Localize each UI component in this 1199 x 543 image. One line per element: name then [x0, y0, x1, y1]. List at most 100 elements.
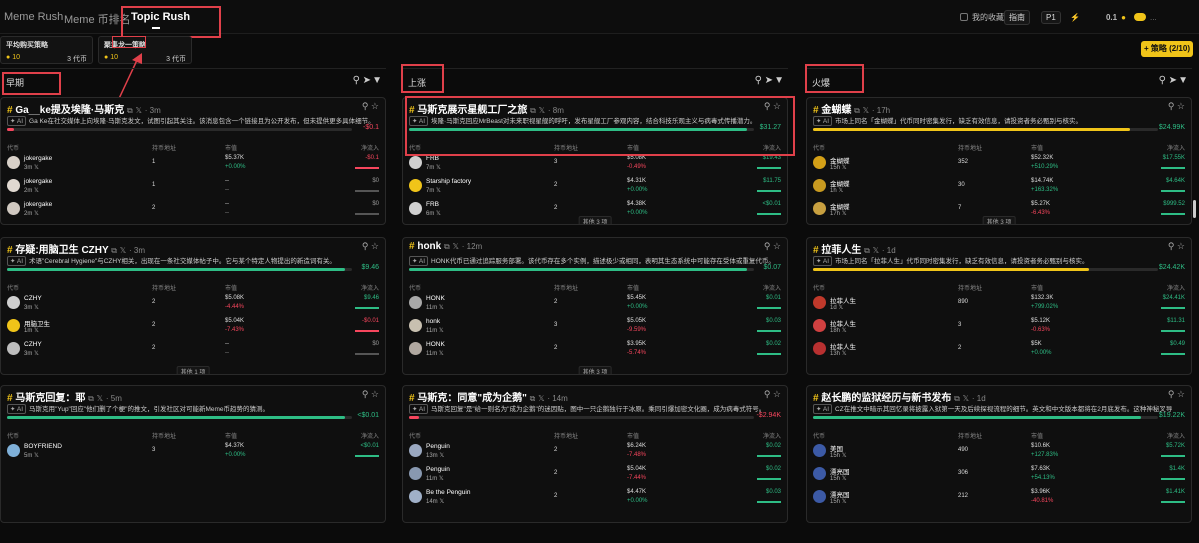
quick-buy-amount[interactable]: ⚡ 0.1 ●: [1070, 10, 1126, 24]
search-icon[interactable]: ⚲: [1159, 75, 1166, 86]
x-icon[interactable]: 𝕏: [34, 188, 39, 194]
topic-card[interactable]: # 马斯克展示星舰工厂之旅 ⧉ 𝕏 · 8m ⚲ ☆ ✦ AI 埃隆·马斯克回应M…: [402, 97, 788, 225]
token-row[interactable]: FRB 7m 𝕏 3 $5.08K -0.49% $19.43: [409, 153, 781, 175]
topic-card[interactable]: # 赵长鹏的监狱经历与新书发布 ⧉ 𝕏 · 1d ⚲ ☆ ✦ AI CZ在推文中暗…: [806, 385, 1192, 523]
token-row[interactable]: 拉菲人生 1d 𝕏 890 $132.3K +799.02% $24.41K: [813, 293, 1185, 315]
pin-icon[interactable]: ⚲: [1168, 101, 1175, 111]
star-icon[interactable]: ☆: [773, 101, 781, 111]
token-row[interactable]: 用脑卫生 1m 𝕏 2 $5.04K -7.43% -$0.01: [7, 316, 379, 338]
x-icon[interactable]: 𝕏: [842, 211, 847, 217]
topic-card[interactable]: # 金蝴蝶 ⧉ 𝕏 · 17h ⚲ ☆ ✦ AI 市场上同名「金蝴蝶」代币同时密集…: [806, 97, 1192, 225]
star-icon[interactable]: ☆: [371, 101, 379, 111]
pin-icon[interactable]: ⚲: [1168, 389, 1175, 399]
token-row[interactable]: 拉菲人生 13h 𝕏 2 $5K +0.00% $0.49: [813, 339, 1185, 361]
x-icon[interactable]: 𝕏: [453, 242, 459, 251]
filter-icon[interactable]: ▼: [774, 75, 784, 86]
star-icon[interactable]: ☆: [773, 389, 781, 399]
topic-card[interactable]: # Ga__ke提及埃隆·马斯克 ⧉ 𝕏 · 3m ⚲ ☆ ✦ AI Ga Ke在…: [0, 97, 386, 225]
show-more-button[interactable]: 其他 3 项: [578, 216, 612, 224]
guide-button[interactable]: 指南: [1004, 9, 1030, 25]
pin-icon[interactable]: ⚲: [764, 389, 771, 399]
toggle-switch[interactable]: [1134, 13, 1146, 21]
x-icon[interactable]: 𝕏: [436, 211, 441, 217]
token-row[interactable]: HONK 11m 𝕏 2 $5.45K +0.00% $0.01: [409, 293, 781, 315]
pin-icon[interactable]: ⚲: [362, 101, 369, 111]
copy-icon[interactable]: ⧉: [954, 394, 960, 403]
copy-icon[interactable]: ⧉: [444, 242, 450, 251]
show-more-button[interactable]: 其他 1 项: [176, 366, 210, 374]
pin-icon[interactable]: ⚲: [362, 389, 369, 399]
x-icon[interactable]: 𝕏: [97, 394, 103, 403]
star-icon[interactable]: ☆: [1177, 101, 1185, 111]
copy-icon[interactable]: ⧉: [88, 394, 94, 403]
x-icon[interactable]: 𝕏: [842, 351, 847, 357]
x-icon[interactable]: 𝕏: [873, 246, 879, 255]
pin-icon[interactable]: ⚲: [362, 241, 369, 251]
token-row[interactable]: jokergake 3m 𝕏 1 $5.37K +0.00% -$0.1: [7, 153, 379, 175]
x-icon[interactable]: 𝕏: [539, 106, 545, 115]
star-icon[interactable]: ☆: [773, 241, 781, 251]
x-icon[interactable]: 𝕏: [34, 328, 39, 334]
x-icon[interactable]: 𝕏: [34, 305, 39, 311]
token-row[interactable]: Starship factory 7m 𝕏 2 $4.31K +0.00% $1…: [409, 176, 781, 198]
x-icon[interactable]: 𝕏: [439, 499, 444, 505]
search-icon[interactable]: ⚲: [755, 75, 762, 86]
show-more-button[interactable]: 其他 3 项: [982, 216, 1016, 224]
token-row[interactable]: jokergake 2m 𝕏 1 -- -- $0: [7, 176, 379, 198]
x-icon[interactable]: 𝕏: [842, 328, 847, 334]
rocket-icon[interactable]: ➤: [765, 75, 773, 86]
token-row[interactable]: honk 11m 𝕏 3 $5.05K -9.59% $0.03: [409, 316, 781, 338]
x-icon[interactable]: 𝕏: [439, 476, 444, 482]
tab-meme-ranking[interactable]: Meme 币排名: [64, 11, 131, 27]
pin-icon[interactable]: ⚲: [764, 101, 771, 111]
x-icon[interactable]: 𝕏: [842, 476, 847, 482]
copy-icon[interactable]: ⧉: [854, 106, 860, 115]
x-icon[interactable]: 𝕏: [436, 188, 441, 194]
favorites-toggle[interactable]: 我的收藏: [960, 10, 1004, 24]
token-row[interactable]: Penguin 13m 𝕏 2 $6.24K -7.48% $0.02: [409, 441, 781, 463]
copy-icon[interactable]: ⧉: [127, 106, 133, 115]
token-row[interactable]: 美国 15h 𝕏 490 $10.6K +127.83% $5.72K: [813, 441, 1185, 463]
topic-card[interactable]: # 马斯克：同意"成为企鹅" ⧉ 𝕏 · 14m ⚲ ☆ ✦ AI 马斯克回复"是…: [402, 385, 788, 523]
priority-button[interactable]: P1: [1041, 10, 1061, 24]
token-row[interactable]: 拉菲人生 18h 𝕏 3 $5.12K -0.63% $11.31: [813, 316, 1185, 338]
scrollbar-thumb[interactable]: [1193, 200, 1196, 218]
topic-card[interactable]: # honk ⧉ 𝕏 · 12m ⚲ ☆ ✦ AI HONK代币已通过追踪服务部署…: [402, 237, 788, 375]
x-icon[interactable]: 𝕏: [34, 211, 39, 217]
topic-card[interactable]: # 拉菲人生 ⧉ 𝕏 · 1d ⚲ ☆ ✦ AI 市场上同名「拉菲人生」代币同时密…: [806, 237, 1192, 375]
token-row[interactable]: CZHY 3m 𝕏 2 -- -- $0: [7, 339, 379, 361]
x-icon[interactable]: 𝕏: [863, 106, 869, 115]
token-row[interactable]: HONK 11m 𝕏 2 $3.95K -5.74% $0.02: [409, 339, 781, 361]
x-icon[interactable]: 𝕏: [838, 188, 843, 194]
x-icon[interactable]: 𝕏: [436, 165, 441, 171]
rocket-icon[interactable]: ➤: [1169, 75, 1177, 86]
x-icon[interactable]: 𝕏: [838, 305, 843, 311]
copy-icon[interactable]: ⧉: [530, 394, 536, 403]
search-icon[interactable]: ⚲: [353, 75, 360, 86]
copy-icon[interactable]: ⧉: [111, 246, 117, 255]
token-row[interactable]: BOYFRIEND 5m 𝕏 3 $4.37K +0.00% <$0.01: [7, 441, 379, 463]
filter-icon[interactable]: ▼: [1178, 75, 1188, 86]
x-icon[interactable]: 𝕏: [439, 351, 444, 357]
token-row[interactable]: 漂亮国 15h 𝕏 212 $3.96K -40.81% $1.41K: [813, 487, 1185, 509]
x-icon[interactable]: 𝕏: [120, 246, 126, 255]
x-icon[interactable]: 𝕏: [34, 453, 39, 459]
add-strategy-button[interactable]: + 策略 (2/10): [1141, 41, 1193, 57]
pin-icon[interactable]: ⚲: [764, 241, 771, 251]
token-row[interactable]: 金蝴蝶 1h 𝕏 30 $14.74K +163.32% $4.64K: [813, 176, 1185, 198]
topic-card[interactable]: # 存疑:用脑卫生 CZHY ⧉ 𝕏 · 3m ⚲ ☆ ✦ AI 术语"Cereb…: [0, 237, 386, 375]
x-icon[interactable]: 𝕏: [963, 394, 969, 403]
x-icon[interactable]: 𝕏: [842, 165, 847, 171]
token-row[interactable]: Penguin 11m 𝕏 2 $5.04K -7.44% $0.02: [409, 464, 781, 486]
checkbox-icon[interactable]: [960, 13, 968, 21]
token-row[interactable]: 金蝴蝶 15h 𝕏 352 $52.32K +510.29% $17.55K: [813, 153, 1185, 175]
rocket-icon[interactable]: ➤: [363, 75, 371, 86]
star-icon[interactable]: ☆: [371, 389, 379, 399]
copy-icon[interactable]: ⧉: [530, 106, 536, 115]
token-row[interactable]: 漂亮国 15h 𝕏 306 $7.63K +54.13% $1.4K: [813, 464, 1185, 486]
x-icon[interactable]: 𝕏: [439, 453, 444, 459]
filter-icon[interactable]: ▼: [372, 75, 382, 86]
show-more-button[interactable]: 其他 3 项: [578, 366, 612, 374]
strategy-card[interactable]: 平均购买策略 ● 10 3 代币: [0, 36, 93, 64]
x-icon[interactable]: 𝕏: [34, 165, 39, 171]
